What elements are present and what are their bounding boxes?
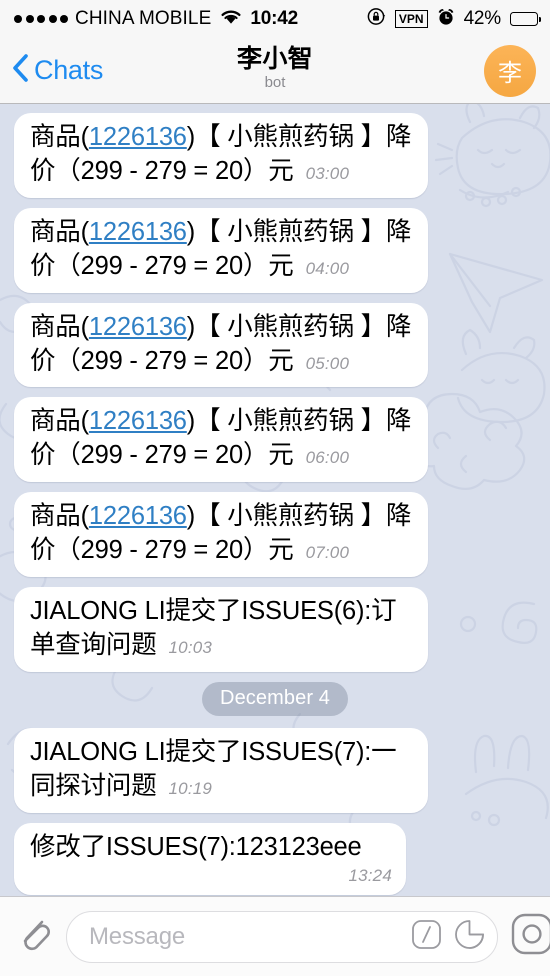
status-bar-right: VPN 42%	[367, 7, 542, 31]
message-text: 修改了ISSUES(7):123123eee	[30, 832, 362, 861]
slash-command-icon[interactable]	[411, 919, 442, 955]
message-text: JIALONG LI提交了ISSUES(7):一同探讨问题 10:19	[30, 737, 397, 800]
vpn-badge: VPN	[394, 10, 428, 28]
message-bubble[interactable]: 修改了ISSUES(7):123123eee 13:24	[14, 822, 406, 895]
product-id-link[interactable]: 1226136	[89, 502, 187, 530]
message-text: 商品(1226136)【 小熊煎药锅 】降价（299 - 279 = 20）元 0…	[30, 502, 412, 565]
message-timestamp: 05:00	[305, 353, 350, 373]
battery-percentage: 42%	[463, 8, 502, 29]
status-bar-clock: 10:42	[250, 8, 298, 29]
message-text: 商品(1226136)【 小熊煎药锅 】降价（299 - 279 = 20）元 0…	[30, 123, 412, 185]
message-timestamp: 07:00	[305, 543, 350, 563]
product-id-link[interactable]: 1226136	[89, 407, 187, 435]
telegram-chat-screen: CHINA MOBILE 10:42 VPN 42% Chats 李小智 bot…	[0, 0, 550, 976]
navigation-bar: Chats 李小智 bot 李	[0, 38, 550, 104]
message-bubble[interactable]: 商品(1226136)【 小熊煎药锅 】降价（299 - 279 = 20）元 0…	[14, 113, 428, 198]
alarm-clock-icon	[437, 8, 455, 31]
rotation-lock-icon	[367, 7, 386, 31]
message-row: 商品(1226136)【 小熊煎药锅 】降价（299 - 279 = 20）元 0…	[0, 302, 550, 388]
message-text: 商品(1226136)【 小熊煎药锅 】降价（299 - 279 = 20）元 0…	[30, 407, 412, 470]
message-bubble[interactable]: 商品(1226136)【 小熊煎药锅 】降价（299 - 279 = 20）元 0…	[14, 207, 428, 293]
product-id-link[interactable]: 1226136	[89, 313, 187, 341]
sticker-icon[interactable]	[454, 919, 485, 955]
message-bubble[interactable]: JIALONG LI提交了ISSUES(7):一同探讨问题 10:19	[14, 727, 428, 813]
message-row: JIALONG LI提交了ISSUES(6):订单查询问题 10:03	[0, 587, 550, 672]
message-timestamp: 10:03	[168, 637, 213, 657]
product-id-link[interactable]: 1226136	[89, 218, 187, 246]
message-timestamp: 04:00	[305, 258, 350, 278]
paperclip-icon[interactable]	[14, 912, 54, 961]
message-row: 商品(1226136)【 小熊煎药锅 】降价（299 - 279 = 20）元 0…	[0, 113, 550, 198]
message-timestamp: 06:00	[305, 448, 350, 468]
message-input[interactable]	[89, 922, 399, 951]
back-to-chats-button[interactable]: Chats	[10, 52, 103, 89]
message-bubble[interactable]: 商品(1226136)【 小熊煎药锅 】降价（299 - 279 = 20）元 0…	[14, 397, 428, 483]
signal-strength-icon	[14, 15, 68, 23]
message-bubble[interactable]: JIALONG LI提交了ISSUES(6):订单查询问题 10:03	[14, 587, 428, 672]
chevron-left-icon	[10, 52, 30, 89]
message-text: JIALONG LI提交了ISSUES(6):订单查询问题 10:03	[30, 597, 397, 659]
chat-subtitle: bot	[264, 74, 286, 91]
message-bubble[interactable]: 商品(1226136)【 小熊煎药锅 】降价（299 - 279 = 20）元 0…	[14, 302, 428, 388]
message-row: 商品(1226136)【 小熊煎药锅 】降价（299 - 279 = 20）元 0…	[0, 492, 550, 578]
message-row: 商品(1226136)【 小熊煎药锅 】降价（299 - 279 = 20）元 0…	[0, 397, 550, 483]
message-row: JIALONG LI提交了ISSUES(7):一同探讨问题 10:19	[0, 727, 550, 813]
battery-icon	[510, 12, 542, 26]
chat-message-area: 商品(1226136)【 小熊煎药锅 】降价（299 - 279 = 20）元 0…	[0, 104, 550, 896]
page-title: 李小智	[237, 45, 313, 73]
message-input-bar	[0, 896, 550, 976]
message-input-wrapper[interactable]	[66, 910, 498, 963]
message-bubble[interactable]: 商品(1226136)【 小熊煎药锅 】降价（299 - 279 = 20）元 0…	[14, 492, 428, 578]
record-voice-icon[interactable]	[510, 912, 550, 961]
back-button-label: Chats	[34, 55, 104, 85]
carrier-name: CHINA MOBILE	[75, 8, 212, 29]
message-text: 商品(1226136)【 小熊煎药锅 】降价（299 - 279 = 20）元 0…	[30, 312, 412, 375]
message-row: 商品(1226136)【 小熊煎药锅 】降价（299 - 279 = 20）元 0…	[0, 207, 550, 293]
message-timestamp: 13:24	[348, 865, 392, 885]
status-bar: CHINA MOBILE 10:42 VPN 42%	[0, 0, 550, 38]
date-separator: December 4	[0, 681, 550, 716]
message-row: 修改了ISSUES(7):123123eee 13:24	[0, 822, 550, 895]
date-separator-label: December 4	[202, 681, 348, 716]
wifi-icon	[220, 8, 242, 30]
message-text: 商品(1226136)【 小熊煎药锅 】降价（299 - 279 = 20）元 0…	[30, 217, 412, 280]
chat-message-list[interactable]: 商品(1226136)【 小熊煎药锅 】降价（299 - 279 = 20）元 0…	[0, 104, 550, 896]
message-timestamp: 03:00	[305, 163, 350, 183]
message-timestamp: 10:19	[168, 778, 213, 798]
product-id-link[interactable]: 1226136	[89, 123, 187, 151]
avatar[interactable]: 李	[484, 44, 536, 97]
status-bar-left: CHINA MOBILE 10:42	[14, 8, 298, 30]
